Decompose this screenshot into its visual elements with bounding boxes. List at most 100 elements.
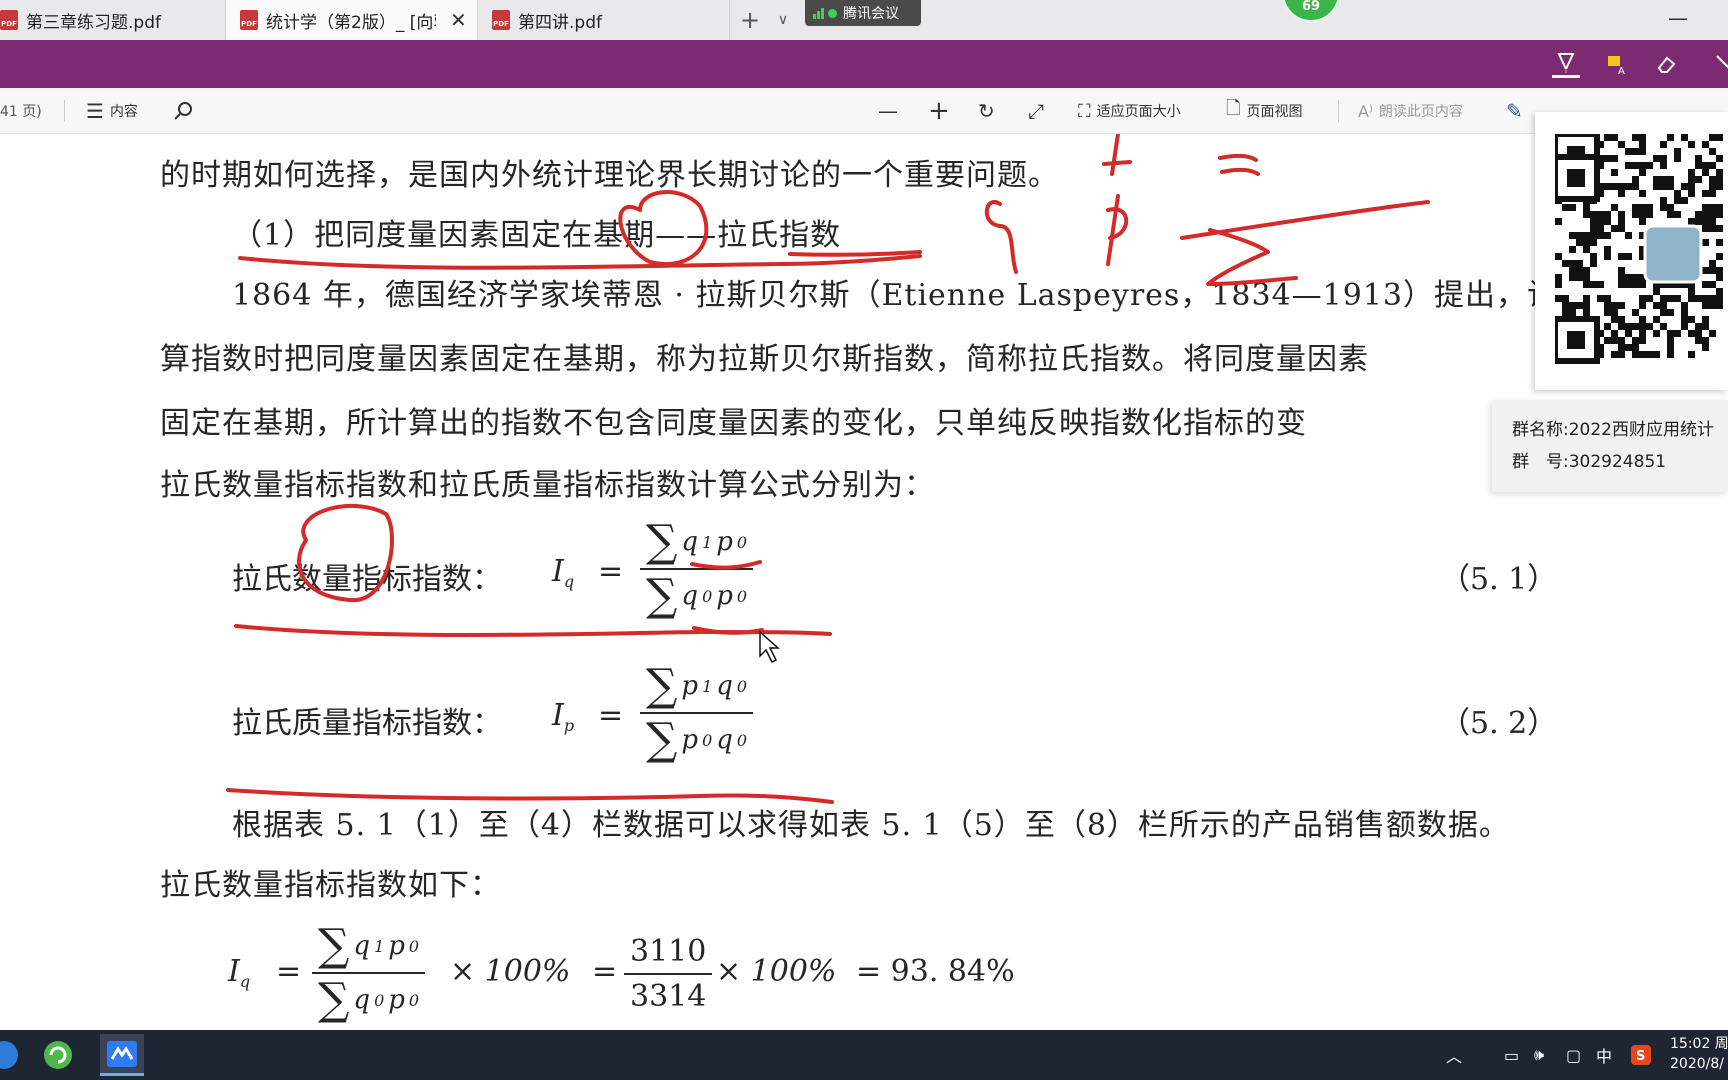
minus-icon: — — [878, 99, 898, 123]
equals-sign: = — [598, 554, 624, 589]
sigma-symbol: ∑ — [646, 570, 678, 621]
pdf-file-icon: PDF — [492, 10, 510, 30]
page-count: 41 页) — [0, 104, 42, 120]
mouse-cursor-icon — [759, 630, 780, 664]
fullscreen-button[interactable]: ⤢ — [1028, 88, 1044, 134]
tray-overflow-chevron-icon[interactable]: ︿ — [1446, 1030, 1462, 1080]
page-view-icon: 🗋 — [1226, 98, 1241, 119]
toolbar-divider — [64, 100, 65, 122]
network-icon[interactable]: ▢ — [1566, 1030, 1581, 1080]
tab-label: 统计学（第2版）_ [向蓉 — [266, 12, 436, 33]
ink-mark — [238, 254, 922, 270]
reader-toolbar: 41 页) ☰ 内容 — + ↻ ⤢ ⛶ 适应页面大小 🗋 页面视图 A⁾ 朗读… — [0, 88, 1728, 134]
sigma-symbol: ∑ — [318, 974, 350, 1025]
text-line: 1864 年，德国经济学家埃蒂恩 · 拉斯贝尔斯（Etienne Laspeyr… — [232, 278, 1559, 313]
tab-statistics-book[interactable]: PDF 统计学（第2版）_ [向蓉 ✕ — [226, 0, 478, 40]
pdf-file-icon: PDF — [0, 10, 18, 30]
text-line: 算指数时把同度量因素固定在基期，称为拉斯贝尔斯指数，简称拉氏指数。将同度量因素 — [160, 342, 1369, 377]
equation-number: （5. 1） — [1440, 562, 1558, 597]
equation-label: 拉氏数量指标指数： — [232, 562, 502, 597]
pdf-page: 的时期如何选择，是国内外统计理论界长期讨论的一个重要问题。 （1）把同度量因素固… — [0, 134, 1728, 1030]
search-button[interactable] — [172, 88, 194, 134]
contents-button[interactable]: ☰ 内容 — [86, 88, 138, 134]
touch-write-icon[interactable] — [1710, 50, 1728, 78]
highlighter-icon[interactable]: A — [1602, 50, 1630, 78]
fraction-bar — [624, 973, 713, 975]
group-number: 群 号:302924851 — [1512, 452, 1667, 472]
tencent-meeting-indicator[interactable]: 腾讯会议 — [805, 0, 921, 26]
tab-label: 第四讲.pdf — [518, 12, 602, 33]
tab-list-chevron-icon[interactable]: ∨ — [770, 0, 796, 40]
tab-label: 第三章练习题.pdf — [26, 12, 161, 33]
clock-time: 15:02 周 — [1670, 1036, 1728, 1052]
ink-mark — [1218, 153, 1260, 176]
read-aloud-icon: A⁾ — [1358, 101, 1373, 121]
pdf-file-icon: PDF — [240, 10, 258, 30]
signal-bars-icon — [813, 7, 824, 19]
refresh-app-icon[interactable] — [36, 1034, 80, 1076]
tab-lecture4[interactable]: PDF 第四讲.pdf — [478, 0, 730, 40]
meeting-label: 腾讯会议 — [843, 6, 899, 22]
ink-mark — [1180, 200, 1430, 240]
text-line: 的时期如何选择，是国内外统计理论界长期讨论的一个重要问题。 — [160, 158, 1059, 193]
volume-icon[interactable]: 🕪 — [1534, 1030, 1544, 1080]
ink-mark — [984, 200, 1018, 274]
expand-icon: ⤢ — [1028, 99, 1044, 123]
svg-text:A: A — [1618, 66, 1625, 76]
ink-button[interactable]: ✎ — [1506, 88, 1523, 134]
rotate-button[interactable]: ↻ — [978, 88, 995, 134]
qr-code-panel — [1535, 112, 1728, 390]
battery-icon[interactable]: ▭ — [1504, 1030, 1519, 1080]
tab-chapter3[interactable]: PDF 第三章练习题.pdf — [0, 0, 226, 40]
equals-sign: = — [598, 698, 624, 733]
ink-pen-icon: ✎ — [1506, 99, 1523, 123]
minimize-window-icon[interactable]: — — [1668, 6, 1688, 30]
ink-mark — [692, 626, 764, 635]
fraction: ∑ p 1 q 0 ∑ p 0 q 0 — [640, 660, 754, 765]
windows-taskbar: ︿ ▭ 🕪 ▢ 中 S 15:02 周 2020/8/ — [0, 1030, 1728, 1080]
calc-result: = 93. 84% — [856, 954, 1015, 989]
ink-mark — [234, 624, 832, 637]
sigma-symbol: ∑ — [646, 660, 678, 711]
fraction: 3110 3314 — [624, 934, 713, 1014]
equation-variable: Iq — [228, 954, 251, 991]
text-line: 拉氏数量指标指数如下： — [160, 868, 501, 903]
section-heading: （1）把同度量因素固定在基期——拉氏指数 — [232, 218, 842, 253]
clock-date: 2020/8/ — [1670, 1056, 1724, 1072]
ime-indicator[interactable]: 中 — [1596, 1030, 1612, 1080]
edge-browser-icon[interactable] — [0, 1034, 26, 1076]
zoom-out-button[interactable]: — — [878, 88, 898, 134]
equals-sign: = — [592, 954, 618, 989]
draw-ribbon: A — [0, 40, 1728, 88]
new-tab-plus-icon[interactable]: + — [730, 0, 770, 40]
plus-icon: + — [928, 96, 950, 126]
page-view-button[interactable]: 🗋 页面视图 — [1226, 88, 1302, 134]
pen-tool-icon[interactable] — [1552, 50, 1580, 78]
system-clock[interactable]: 15:02 周 2020/8/ — [1670, 1034, 1728, 1074]
sigma-symbol: ∑ — [646, 714, 678, 765]
group-info-card: 群名称:2022西财应用统计 群 号:302924851 — [1492, 400, 1728, 492]
search-icon — [174, 102, 192, 120]
recording-dot-icon — [828, 8, 837, 18]
text-line: 根据表 5. 1（1）至（4）栏数据可以求得如表 5. 1（5）至（8）栏所示的… — [232, 808, 1510, 843]
zoom-in-button[interactable]: + — [928, 88, 950, 134]
close-tab-icon[interactable]: ✕ — [450, 8, 467, 32]
equation-label: 拉氏质量指标指数： — [232, 706, 502, 741]
list-icon: ☰ — [86, 99, 104, 123]
ink-mark — [1106, 194, 1129, 266]
fit-page-button[interactable]: ⛶ 适应页面大小 — [1078, 88, 1181, 134]
ink-mark — [1102, 134, 1132, 176]
fraction: ∑ q 1 p 0 ∑ q 0 p 0 — [312, 924, 426, 1025]
read-aloud-button[interactable]: A⁾ 朗读此页内容 — [1358, 88, 1463, 134]
toolbar-divider — [1338, 100, 1339, 122]
qr-code-image — [1555, 134, 1723, 364]
text-line: 固定在基期，所计算出的指数不包含同度量因素的变化，只单纯反映指数化指标的变 — [160, 406, 1307, 441]
fit-page-icon: ⛶ — [1078, 100, 1091, 122]
eraser-icon[interactable] — [1652, 50, 1680, 78]
sigma-symbol: ∑ — [646, 516, 678, 567]
equation-variable: Iq — [552, 554, 575, 591]
sogou-input-icon[interactable]: S — [1630, 1030, 1652, 1080]
equals-sign: = — [276, 954, 302, 989]
tencent-meeting-taskbar-icon[interactable] — [100, 1034, 144, 1076]
rotate-icon: ↻ — [978, 99, 995, 123]
